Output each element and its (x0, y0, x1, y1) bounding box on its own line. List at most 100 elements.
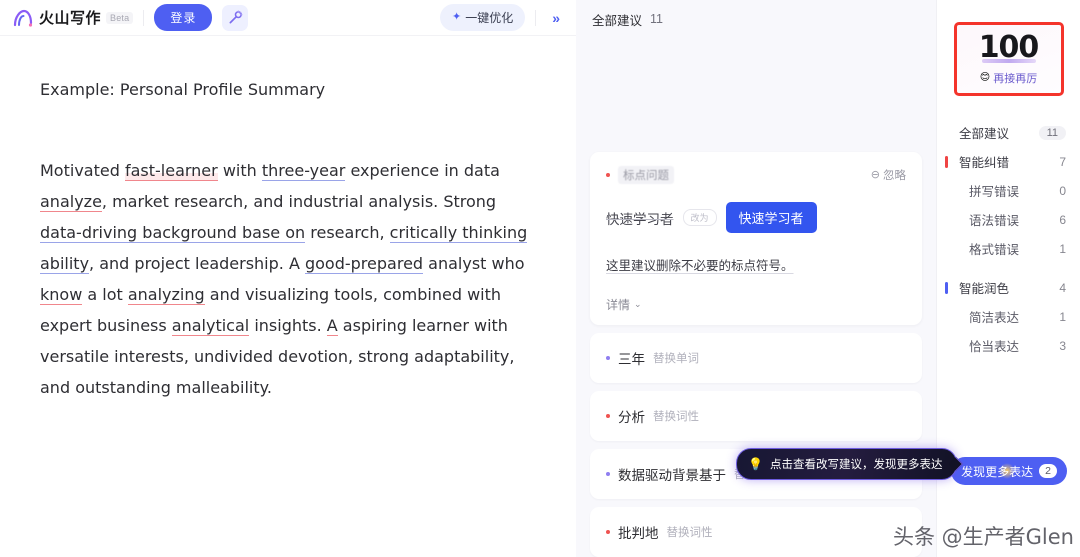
sidebar-item-grammar-error[interactable]: 语法错误 6 (937, 205, 1080, 234)
error-analytical[interactable]: analytical (171, 316, 250, 336)
score-underline-decoration (981, 58, 1036, 63)
text-run: experience in data (345, 161, 500, 180)
suggestion-panel-header: 全部建议 11 (576, 0, 936, 38)
sidebar-item-count: 11 (1038, 125, 1066, 140)
severity-dot-icon (606, 530, 610, 534)
error-good-prepared[interactable]: good-prepared (304, 254, 424, 274)
editor-column: 火山写作 Beta 登录 ✦ 一键优化 » Example: Personal (0, 0, 576, 557)
sidebar-item-count: 1 (1059, 309, 1066, 324)
card-category-tag: 标点问题 (618, 166, 674, 184)
text-run: , market research, and industrial analys… (101, 192, 497, 211)
magic-wand-glyph (229, 10, 243, 24)
error-a-article[interactable]: A (326, 316, 338, 336)
chevron-down-icon: ⌄ (634, 299, 642, 309)
suggestion-word: 批判地 (618, 526, 659, 541)
severity-dot-icon (606, 414, 610, 418)
optimize-label: 一键优化 (465, 11, 514, 25)
text-run: research, (305, 223, 390, 242)
volcano-logo-icon (13, 9, 33, 27)
sparkle-icon: ✦ (451, 11, 462, 23)
sidebar-item-label: 智能润色 (959, 282, 1010, 296)
suggestion-type: 替换单词 (653, 353, 699, 365)
sidebar-item-label: 语法错误 (969, 214, 1020, 228)
toolbar-divider (143, 9, 145, 26)
sidebar-item-appropriate-expression[interactable]: 恰当表达 3 (937, 331, 1080, 360)
suggestion-word: 分析 (618, 410, 645, 425)
sidebar-item-count: 0 (1059, 183, 1066, 198)
brand-name: 火山写作 (39, 9, 102, 27)
app-root: 火山写作 Beta 登录 ✦ 一键优化 » Example: Personal (0, 0, 1080, 557)
lightbulb-icon: 💡 (748, 457, 763, 471)
discover-more-expressions-button[interactable]: 发现更多表达 2 (951, 457, 1067, 485)
discover-button-label: 发现更多表达 (961, 464, 1034, 479)
sidebar-item-label: 全部建议 (959, 127, 1010, 141)
sidebar-item-count: 7 (1059, 154, 1066, 169)
sidebar-item-format-error[interactable]: 格式错误 1 (937, 234, 1080, 263)
active-suggestion-card[interactable]: 标点问题 ⊖ 忽略 快速学习者 改为 快速学习者 这里建议删除不必要的标点符号。… (590, 152, 922, 325)
login-button[interactable]: 登录 (154, 4, 213, 31)
sidebar-item-smart-correction[interactable]: 智能纠错 7 (937, 147, 1080, 176)
ignore-button[interactable]: ⊖ 忽略 (871, 167, 906, 183)
replacement-row: 快速学习者 改为 快速学习者 (606, 202, 906, 233)
suggestion-word: 三年 (618, 352, 645, 367)
top-toolbar: 火山写作 Beta 登录 ✦ 一键优化 » (0, 0, 576, 36)
smiley-icon: 😊 (979, 72, 991, 83)
one-click-optimize-button[interactable]: ✦ 一键优化 (439, 4, 526, 31)
suggestion-type: 替换词性 (666, 527, 713, 539)
sidebar-item-smart-polish[interactable]: 智能润色 4 (937, 273, 1080, 302)
sidebar-nav: 全部建议 11 智能纠错 7 拼写错误 0 语法错误 6 格式错误 1 智能润色… (937, 118, 1080, 360)
ignore-label: 忽略 (883, 170, 906, 182)
sidebar-item-label: 拼写错误 (969, 185, 1020, 199)
sidebar-item-concise-expression[interactable]: 简洁表达 1 (937, 302, 1080, 331)
text-run: with (217, 161, 262, 180)
score-caption: 😊 再接再厉 (980, 70, 1037, 86)
error-know[interactable]: know (40, 285, 83, 305)
text-run: analyst who (423, 254, 525, 273)
score-label: 再接再厉 (993, 72, 1038, 85)
sidebar-item-label: 智能纠错 (959, 156, 1010, 170)
category-color-bar (945, 282, 948, 294)
list-item[interactable]: 分析 替换词性 (590, 391, 922, 441)
error-three-year[interactable]: three-year (261, 161, 346, 181)
score-card: 100 😊 再接再厉 (953, 22, 1064, 96)
sidebar-item-count: 3 (1059, 338, 1066, 353)
tooltip-text: 点击查看改写建议，发现更多表达 (769, 459, 943, 471)
sidebar-item-count: 6 (1059, 212, 1066, 227)
card-header: 标点问题 ⊖ 忽略 (606, 166, 906, 184)
sidebar-item-all-suggestions[interactable]: 全部建议 11 (937, 118, 1080, 147)
detail-label: 详情 (606, 298, 631, 312)
discover-button-count: 2 (1039, 464, 1057, 478)
sidebar-item-count: 1 (1059, 241, 1066, 256)
document-paragraph: Motivated fast-learner with three-year e… (40, 155, 536, 403)
apply-replacement-button[interactable]: 快速学习者 (725, 202, 817, 233)
collapse-panel-icon[interactable]: » (546, 8, 566, 28)
beta-badge: Beta (106, 11, 134, 24)
text-run: Motivated (40, 161, 125, 180)
change-to-arrow-icon: 改为 (682, 209, 717, 226)
sidebar-item-spelling-error[interactable]: 拼写错误 0 (937, 176, 1080, 205)
suggestion-panel-title: 全部建议 (592, 13, 643, 28)
suggestion-panel: 全部建议 11 标点问题 ⊖ 忽略 快速学习者 改为 快速学习者 这里建议删除不… (576, 0, 958, 557)
severity-dot-icon (606, 356, 610, 360)
toolbar-divider-2 (535, 9, 537, 26)
sidebar-item-label: 恰当表达 (969, 340, 1020, 354)
severity-dot-icon (606, 472, 610, 476)
card-detail-toggle[interactable]: 详情 ⌄ (606, 296, 906, 313)
list-item[interactable]: 三年 替换单词 (590, 333, 922, 383)
suggestion-panel-count: 11 (650, 12, 663, 26)
error-analyzing[interactable]: analyzing (127, 285, 205, 305)
error-analyze[interactable]: analyze (40, 192, 102, 212)
brand-logo[interactable]: 火山写作 Beta (12, 7, 134, 28)
error-fast-learner[interactable]: fast-learner (124, 161, 218, 181)
text-run: a lot (82, 285, 128, 304)
text-run: , and project leadership. A (89, 254, 305, 273)
error-data-driving[interactable]: data-driving background base on (40, 223, 306, 243)
card-description: 这里建议删除不必要的标点符号。 (606, 259, 794, 273)
list-item[interactable]: 批判地 替换词性 (590, 507, 922, 557)
magic-wand-icon[interactable] (222, 4, 249, 31)
suggestion-word: 数据驱动背景基于 (618, 468, 726, 483)
document-editor[interactable]: Example: Personal Profile Summary Motiva… (0, 36, 576, 557)
rewrite-hint-tooltip[interactable]: 💡 点击查看改写建议，发现更多表达 (736, 448, 958, 480)
original-text: 快速学习者 (606, 211, 674, 227)
category-color-bar (945, 156, 948, 168)
